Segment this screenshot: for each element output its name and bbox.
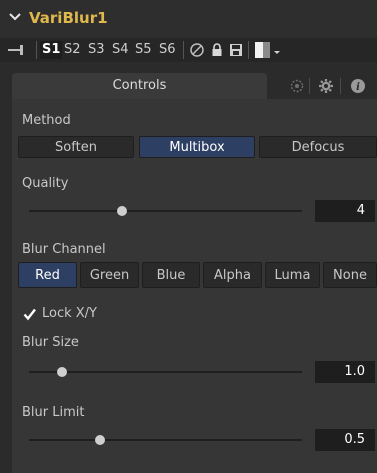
blur-limit-slider-handle[interactable] bbox=[94, 435, 105, 445]
modifiers-icon[interactable] bbox=[289, 78, 305, 94]
channel-luma-button[interactable]: Luma bbox=[265, 262, 320, 288]
method-multibox-button[interactable]: Multibox bbox=[139, 136, 255, 158]
gear-icon[interactable] bbox=[318, 78, 334, 94]
svg-text:i: i bbox=[356, 82, 360, 93]
reset-circle-icon[interactable] bbox=[189, 42, 205, 58]
quality-value-field[interactable]: 4 bbox=[315, 200, 375, 222]
slot-s4-button[interactable]: S4 bbox=[112, 41, 129, 59]
tool-title: VariBlur1 bbox=[29, 9, 108, 27]
tool-header[interactable]: VariBlur1 bbox=[0, 0, 377, 38]
blur-limit-value-field[interactable]: 0.5 bbox=[315, 429, 375, 451]
method-label: Method bbox=[22, 113, 71, 128]
lock-xy-checkbox[interactable] bbox=[23, 308, 36, 321]
blur-limit-slider-track[interactable] bbox=[29, 439, 302, 441]
lock-icon[interactable] bbox=[209, 42, 225, 58]
toolbar-divider bbox=[248, 41, 249, 59]
slot-s6-button[interactable]: S6 bbox=[159, 41, 176, 59]
save-icon[interactable] bbox=[228, 42, 244, 58]
method-defocus-button[interactable]: Defocus bbox=[259, 136, 377, 158]
slot-s1-button[interactable]: S1 bbox=[40, 41, 63, 59]
blur-channel-button-group: Red Green Blue Alpha Luma None bbox=[18, 262, 377, 288]
chevron-down-icon[interactable] bbox=[8, 10, 22, 24]
slot-s5-button[interactable]: S5 bbox=[135, 41, 152, 59]
quality-slider-track[interactable] bbox=[29, 210, 302, 212]
channel-red-button[interactable]: Red bbox=[18, 262, 77, 288]
info-icon[interactable]: i bbox=[350, 78, 366, 94]
tab-divider bbox=[340, 78, 341, 94]
tab-controls[interactable]: Controls bbox=[12, 73, 267, 99]
quality-slider-handle[interactable] bbox=[116, 206, 127, 216]
channel-blue-button[interactable]: Blue bbox=[142, 262, 200, 288]
blur-size-value-field[interactable]: 1.0 bbox=[315, 361, 375, 383]
toolbar-divider bbox=[36, 41, 37, 59]
slot-s3-button[interactable]: S3 bbox=[88, 41, 105, 59]
method-soften-button[interactable]: Soften bbox=[18, 136, 134, 158]
blur-size-slider-track[interactable] bbox=[29, 371, 302, 373]
blur-limit-label: Blur Limit bbox=[22, 405, 85, 420]
method-button-group: Soften Multibox Defocus bbox=[18, 136, 377, 158]
version-toolbar: S1 S2 S3 S4 S5 S6 bbox=[0, 38, 377, 62]
blur-channel-label: Blur Channel bbox=[22, 242, 106, 257]
blur-size-slider-handle[interactable] bbox=[56, 367, 67, 377]
toolbar-divider bbox=[183, 41, 184, 59]
tab-divider bbox=[309, 78, 310, 94]
tab-controls-label: Controls bbox=[112, 78, 167, 93]
blur-size-label: Blur Size bbox=[22, 335, 79, 350]
slot-s2-button[interactable]: S2 bbox=[64, 41, 81, 59]
color-swatch-dropdown[interactable] bbox=[254, 42, 282, 58]
channel-green-button[interactable]: Green bbox=[80, 262, 139, 288]
lock-xy-label: Lock X/Y bbox=[42, 306, 98, 321]
pin-icon[interactable] bbox=[6, 42, 34, 58]
controls-panel: Method Soften Multibox Defocus Quality 4… bbox=[12, 99, 377, 473]
quality-label: Quality bbox=[22, 176, 69, 191]
channel-none-button[interactable]: None bbox=[323, 262, 377, 288]
channel-alpha-button[interactable]: Alpha bbox=[203, 262, 262, 288]
